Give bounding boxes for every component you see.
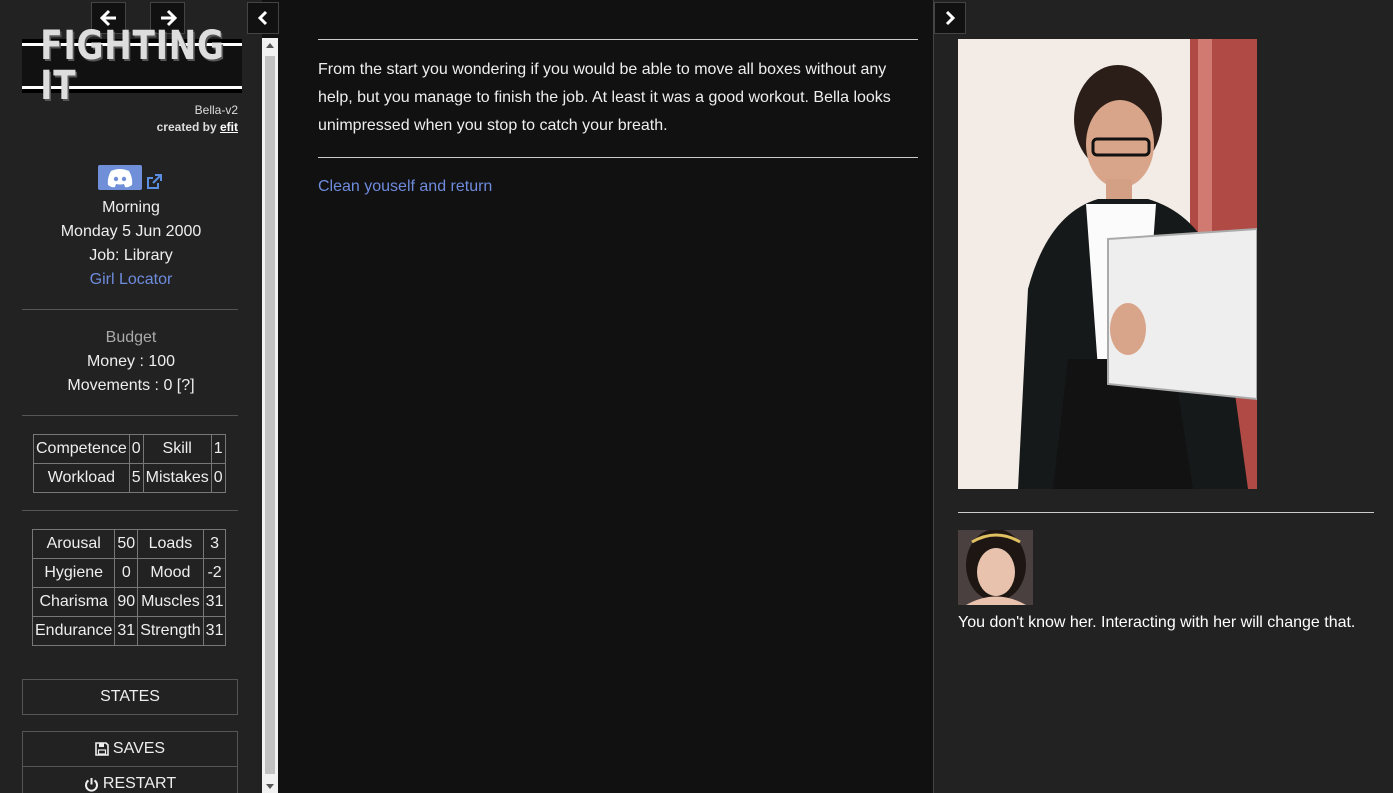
- game-logo: FIGHTING IT: [22, 26, 242, 106]
- stat-label: Endurance: [31, 616, 116, 646]
- stat-value: 31: [202, 616, 227, 646]
- stat-label: Competence: [33, 434, 130, 464]
- job-label: Job: Library: [89, 247, 173, 264]
- divider: [318, 39, 918, 40]
- money-label: Money : 100: [86, 353, 176, 370]
- right-panel-toggle-button[interactable]: [934, 2, 966, 34]
- main-passage-area: From the start you wondering if you woul…: [278, 0, 933, 793]
- chevron-left-icon: [257, 10, 268, 26]
- stat-value: 1: [210, 434, 226, 464]
- divider: [22, 510, 238, 511]
- stat-value: -2: [202, 558, 227, 588]
- scroll-down-icon[interactable]: [266, 784, 274, 789]
- divider: [22, 309, 238, 310]
- stat-label: Hygiene: [31, 558, 116, 588]
- scroll-up-icon[interactable]: [266, 43, 274, 48]
- current-date: Monday 5 Jun 2000: [60, 223, 202, 240]
- table-row: Competence 0 Skill 1: [33, 434, 226, 464]
- discord-button[interactable]: [98, 165, 142, 190]
- table-row: Endurance 31 Strength 31: [31, 616, 227, 646]
- stat-label: Muscles: [137, 587, 204, 617]
- relationship-status-text: You don't know her. Interacting with her…: [958, 614, 1356, 631]
- stat-value: 0: [114, 558, 139, 588]
- character-portrait: [958, 39, 1257, 489]
- stat-label: Mistakes: [142, 463, 212, 493]
- divider: [318, 157, 918, 158]
- author-link[interactable]: efit: [220, 120, 238, 134]
- external-link-icon[interactable]: [146, 174, 162, 190]
- table-row: Hygiene 0 Mood -2: [31, 558, 227, 588]
- sidebar-toggle-button[interactable]: [247, 2, 279, 34]
- passage-text: From the start you wondering if you woul…: [318, 61, 891, 134]
- saves-label: SAVES: [112, 740, 166, 757]
- girl-thumbnail[interactable]: [958, 530, 1033, 605]
- credit-line: created by efit: [157, 120, 238, 134]
- girl-locator-link[interactable]: Girl Locator: [0, 271, 262, 289]
- floppy-disk-icon: [95, 742, 109, 756]
- divider: [22, 415, 238, 416]
- states-label: STATES: [100, 688, 160, 705]
- budget-title: Budget: [105, 329, 157, 346]
- restart-label: RESTART: [102, 775, 177, 792]
- power-icon: [84, 777, 98, 792]
- table-row: Charisma 90 Muscles 31: [31, 587, 227, 617]
- stat-label: Strength: [137, 616, 204, 646]
- stat-value: 3: [202, 529, 227, 559]
- clean-and-return-link[interactable]: Clean youself and return: [318, 178, 492, 196]
- right-panel: You don't know her. Interacting with her…: [933, 0, 1393, 793]
- stat-value: 90: [114, 587, 139, 617]
- sidebar: FIGHTING IT Bella-v2 created by efit Mor…: [0, 0, 262, 793]
- stat-label: Arousal: [31, 529, 116, 559]
- saves-button[interactable]: SAVES: [22, 731, 238, 767]
- stat-value: 0: [128, 434, 144, 464]
- divider: [958, 512, 1374, 513]
- table-row: Workload 5 Mistakes 0: [33, 463, 226, 493]
- work-stats-table: Competence 0 Skill 1 Workload 5 Mistakes…: [33, 434, 226, 493]
- portrait-illustration: [958, 39, 1257, 489]
- stat-value: 31: [114, 616, 139, 646]
- version-label: Bella-v2: [194, 103, 238, 117]
- discord-icon: [107, 168, 133, 187]
- stat-value: 5: [128, 463, 144, 493]
- credit-prefix: created by: [156, 120, 217, 134]
- thumbnail-illustration: [958, 530, 1033, 605]
- time-of-day: Morning: [102, 199, 160, 216]
- stat-value: 31: [202, 587, 227, 617]
- logo-text: FIGHTING IT: [39, 23, 225, 109]
- sidebar-scrollbar[interactable]: [262, 38, 278, 793]
- restart-button[interactable]: RESTART: [22, 766, 238, 793]
- scroll-thumb[interactable]: [265, 56, 275, 774]
- states-button[interactable]: STATES: [22, 679, 238, 715]
- stat-value: 0: [210, 463, 226, 493]
- stat-value: 50: [114, 529, 139, 559]
- char-stats-table: Arousal 50 Loads 3 Hygiene 0 Mood -2 Cha…: [31, 529, 227, 646]
- stat-label: Workload: [33, 463, 130, 493]
- chevron-right-icon: [945, 10, 956, 26]
- movements-label: Movements : 0 [?]: [67, 377, 195, 394]
- stat-label: Mood: [137, 558, 204, 588]
- stat-label: Loads: [137, 529, 204, 559]
- table-row: Arousal 50 Loads 3: [31, 529, 227, 559]
- stat-label: Skill: [142, 434, 212, 464]
- stat-label: Charisma: [31, 587, 116, 617]
